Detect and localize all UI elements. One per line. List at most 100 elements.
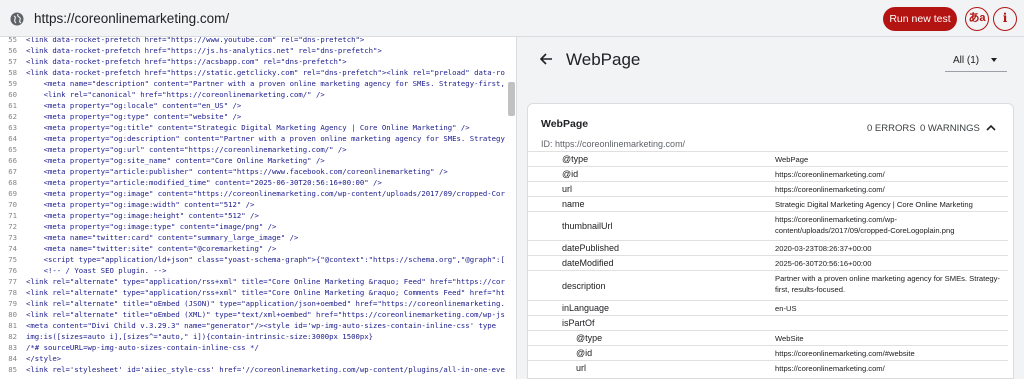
url-text[interactable]: https://coreonlinemarketing.com/ (34, 11, 229, 26)
code-text: </style> (26, 354, 62, 363)
caret-down-icon[interactable] (991, 58, 997, 62)
property-name: @id (562, 169, 579, 179)
code-text: <meta name="description" content="Partne… (26, 79, 514, 88)
property-name: @type (562, 154, 589, 164)
code-text: <link rel="canonical" href="https://core… (26, 90, 325, 99)
property-row: dateModified 2025-06-30T20:56:16+00:00 (528, 255, 1008, 270)
address-bar: https://coreonlinemarketing.com/ Run new… (0, 0, 1024, 37)
info-button[interactable]: i (993, 7, 1017, 31)
line-number: 77 (8, 277, 17, 286)
line-number: 84 (8, 354, 17, 363)
line-number: 69 (8, 189, 17, 198)
code-line: 56 <link data-rocket-prefetch href="https… (0, 45, 516, 56)
code-line: 79 <link rel="alternate" title="oEmbed (J… (0, 298, 516, 309)
code-text: <link rel="alternate" type="application/… (26, 277, 505, 286)
chevron-up-icon[interactable] (986, 124, 996, 131)
code-text: <link data-rocket-prefetch href="https:/… (26, 37, 365, 44)
code-line: 57 <link data-rocket-prefetch href="https… (0, 56, 516, 67)
code-text: <meta property="og:site_name" content="C… (26, 156, 325, 165)
code-text: <meta property="og:type" content="websit… (26, 112, 242, 121)
code-text: img:is([sizes=auto i],[sizes^="auto," i]… (26, 332, 374, 341)
line-number: 80 (8, 310, 17, 319)
code-text: <meta name="twitter:card" content="summa… (26, 233, 299, 242)
language-button[interactable]: あa (965, 7, 989, 31)
run-new-test-button[interactable]: Run new test (883, 7, 957, 31)
globe-icon (10, 12, 24, 26)
property-row: @type WebSite (528, 330, 1008, 345)
code-text: <meta property="og:image:width" content=… (26, 200, 255, 209)
line-number: 78 (8, 288, 17, 297)
code-text: <meta property="og:url" content="https:/… (26, 145, 347, 154)
line-number: 67 (8, 167, 17, 176)
code-text: /*# sourceURL=wp-img-auto-sizes-contain-… (26, 343, 259, 352)
property-row: description Partner with a proven online … (528, 270, 1008, 300)
property-name: isPartOf (562, 318, 595, 328)
property-value: WebPage (775, 155, 809, 164)
errors-count: 0 ERRORS (867, 123, 916, 134)
code-line: 64 <meta property="og:description" conte… (0, 133, 516, 144)
line-number: 60 (8, 90, 17, 99)
code-text: <link rel='stylesheet' id='aiiec_style-c… (26, 365, 505, 374)
property-row: url https://coreonlinemarketing.com/ (528, 181, 1008, 196)
code-line: 72 <meta property="og:image:type" conten… (0, 221, 516, 232)
code-line: 55 <link data-rocket-prefetch href="https… (0, 37, 516, 45)
warnings-count: 0 WARNINGS (920, 123, 980, 134)
code-line: 58 <link data-rocket-prefetch href="https… (0, 67, 516, 78)
code-line: 59 <meta name="description" content="Par… (0, 78, 516, 89)
code-text: <meta property="og:image:height" content… (26, 211, 259, 220)
code-line: 66 <meta property="og:site_name" content… (0, 155, 516, 166)
code-text: <meta property="og:image:type" content="… (26, 222, 277, 231)
code-line: 83 /*# sourceURL=wp-img-auto-sizes-contai… (0, 342, 516, 353)
code-scrollbar-thumb[interactable] (508, 82, 515, 116)
line-number: 81 (8, 321, 17, 330)
line-number: 83 (8, 343, 17, 352)
line-number: 57 (8, 57, 17, 66)
line-number: 74 (8, 244, 17, 253)
code-line: 60 <link rel="canonical" href="https://c… (0, 89, 516, 100)
card-title: WebPage (541, 118, 589, 130)
line-number: 71 (8, 211, 17, 220)
property-row: @type WebPage (528, 151, 1008, 166)
code-line: 69 <meta property="og:image" content="ht… (0, 188, 516, 199)
panel-title: WebPage (566, 50, 641, 69)
property-row: inLanguage en-US (528, 300, 1008, 315)
line-number: 66 (8, 156, 17, 165)
property-value: Strategic Digital Marketing Agency | Cor… (775, 200, 973, 209)
code-text: <!-- / Yoast SEO plugin. --> (26, 266, 167, 275)
line-number: 58 (8, 68, 17, 77)
code-line: 82 img:is([sizes=auto i],[sizes^="auto," … (0, 331, 516, 342)
line-number: 55 (8, 37, 17, 44)
code-text: <link data-rocket-prefetch href="https:/… (26, 57, 347, 66)
property-name: thumbnailUrl (562, 221, 613, 231)
code-text: <link data-rocket-prefetch href="https:/… (26, 46, 382, 55)
code-text: <meta property="article:publisher" conte… (26, 167, 448, 176)
code-text: <meta property="og:locale" content="en_U… (26, 101, 242, 110)
code-line: 85 <link rel='stylesheet' id='aiiec_style… (0, 364, 516, 375)
property-value: https://coreonlinemarketing.com/ (775, 364, 885, 373)
code-line: 65 <meta property="og:url" content="http… (0, 144, 516, 155)
code-text: <link rel="alternate" title="oEmbed (XML… (26, 310, 505, 319)
code-text: <link rel="alternate" type="application/… (26, 288, 505, 297)
code-line: 62 <meta property="og:type" content="web… (0, 111, 516, 122)
card-id: ID: https://coreonlinemarketing.com/ (541, 139, 686, 149)
code-line: 77 <link rel="alternate" type="applicatio… (0, 276, 516, 287)
line-number: 79 (8, 299, 17, 308)
line-number: 76 (8, 266, 17, 275)
property-row: @id https://coreonlinemarketing.com/#webs… (528, 345, 1008, 360)
property-name: @type (576, 333, 603, 343)
property-value: 2020-03-23T08:26:37+00:00 (775, 244, 872, 253)
code-line: 73 <meta name="twitter:card" content="su… (0, 232, 516, 243)
code-text: <link data-rocket-prefetch href="https:/… (26, 68, 505, 77)
code-line: 71 <meta property="og:image:height" cont… (0, 210, 516, 221)
property-value: https://coreonlinemarketing.com/wp-conte… (775, 215, 955, 235)
code-line: 61 <meta property="og:locale" content="e… (0, 100, 516, 111)
source-code-pane[interactable]: 55 <link data-rocket-prefetch href="https… (0, 37, 516, 379)
code-line: 67 <meta property="article:publisher" co… (0, 166, 516, 177)
property-name: name (562, 199, 585, 209)
back-arrow-icon[interactable] (539, 52, 553, 66)
property-value: en-US (775, 304, 797, 313)
code-text: <meta property="article:modified_time" c… (26, 178, 382, 187)
property-name: url (576, 363, 587, 373)
filter-select[interactable]: All (1) (953, 55, 979, 66)
property-name: @id (576, 348, 593, 358)
